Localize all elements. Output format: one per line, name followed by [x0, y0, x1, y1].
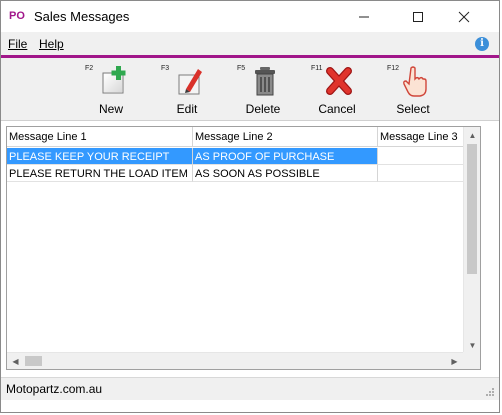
cancel-fkey: F11: [311, 65, 323, 72]
cell-line-3[interactable]: [378, 165, 464, 182]
new-button[interactable]: F2 New: [83, 58, 139, 120]
edit-pencil-icon: [178, 69, 202, 95]
maximize-icon: [413, 11, 423, 22]
menu-help-label: Help: [39, 37, 64, 51]
cell-line-1[interactable]: PLEASE KEEP YOUR RECEIPT: [7, 148, 193, 165]
sales-messages-window: PO Sales Messages File Help i F2 New F3 …: [0, 0, 500, 413]
delete-label: Delete: [245, 102, 281, 116]
menu-file[interactable]: File: [8, 37, 27, 51]
new-document-icon: [102, 66, 126, 94]
messages-grid[interactable]: Message Line 1 Message Line 2 Message Li…: [6, 126, 481, 370]
menu-help[interactable]: Help: [39, 37, 64, 51]
info-icon[interactable]: i: [475, 37, 489, 51]
cancel-label: Cancel: [318, 102, 356, 116]
title-bar[interactable]: PO Sales Messages: [1, 1, 499, 32]
edit-button[interactable]: F3 Edit: [159, 58, 215, 120]
close-button[interactable]: [441, 1, 487, 32]
edit-label: Edit: [176, 102, 198, 116]
hand-pointer-icon: [403, 66, 427, 97]
cell-line-3[interactable]: [378, 148, 464, 165]
new-label: New: [98, 102, 123, 116]
menu-bar: File Help i: [1, 32, 499, 55]
minimize-button[interactable]: [341, 1, 387, 32]
edit-fkey: F3: [161, 65, 170, 72]
delete-fkey: F5: [237, 65, 246, 72]
resize-grip-icon[interactable]: [485, 387, 495, 397]
window-title: Sales Messages: [34, 9, 130, 24]
vertical-scrollbar[interactable]: ▲ ▼: [463, 127, 480, 354]
select-button[interactable]: F12 Select: [385, 58, 441, 120]
maximize-button[interactable]: [395, 1, 441, 32]
column-header-line-1[interactable]: Message Line 1: [7, 127, 193, 147]
select-fkey: F12: [387, 65, 400, 72]
cell-line-2[interactable]: AS SOON AS POSSIBLE: [193, 165, 378, 182]
scrollbar-corner: [463, 352, 480, 369]
close-icon: [458, 11, 470, 22]
column-header-line-2[interactable]: Message Line 2: [193, 127, 378, 147]
horizontal-scrollbar[interactable]: ◀ ▶: [7, 352, 463, 369]
red-x-icon: [326, 67, 352, 95]
column-header-line-3[interactable]: Message Line 3: [378, 127, 464, 147]
horizontal-scroll-thumb[interactable]: [25, 356, 42, 366]
status-bar: Motopartz.com.au: [1, 377, 499, 400]
scroll-up-arrow-icon[interactable]: ▲: [464, 127, 480, 144]
vertical-scroll-thumb[interactable]: [467, 144, 477, 274]
cell-line-1[interactable]: PLEASE RETURN THE LOAD ITEM: [7, 165, 193, 182]
trash-can-icon: [255, 67, 275, 96]
scroll-right-arrow-icon[interactable]: ▶: [446, 353, 463, 369]
menu-file-label: File: [8, 37, 28, 51]
cell-line-2[interactable]: AS PROOF OF PURCHASE: [193, 148, 378, 165]
scroll-left-arrow-icon[interactable]: ◀: [7, 353, 24, 369]
new-fkey: F2: [85, 65, 94, 72]
select-label: Select: [396, 102, 430, 116]
delete-button[interactable]: F5 Delete: [235, 58, 291, 120]
app-badge: PO: [9, 10, 25, 22]
minimize-icon: [359, 16, 369, 17]
status-text: Motopartz.com.au: [6, 382, 103, 396]
cancel-button[interactable]: F11 Cancel: [309, 58, 365, 120]
toolbar: F2 New F3 Edit F5 Delete F11 Cancel F12 …: [1, 58, 499, 121]
